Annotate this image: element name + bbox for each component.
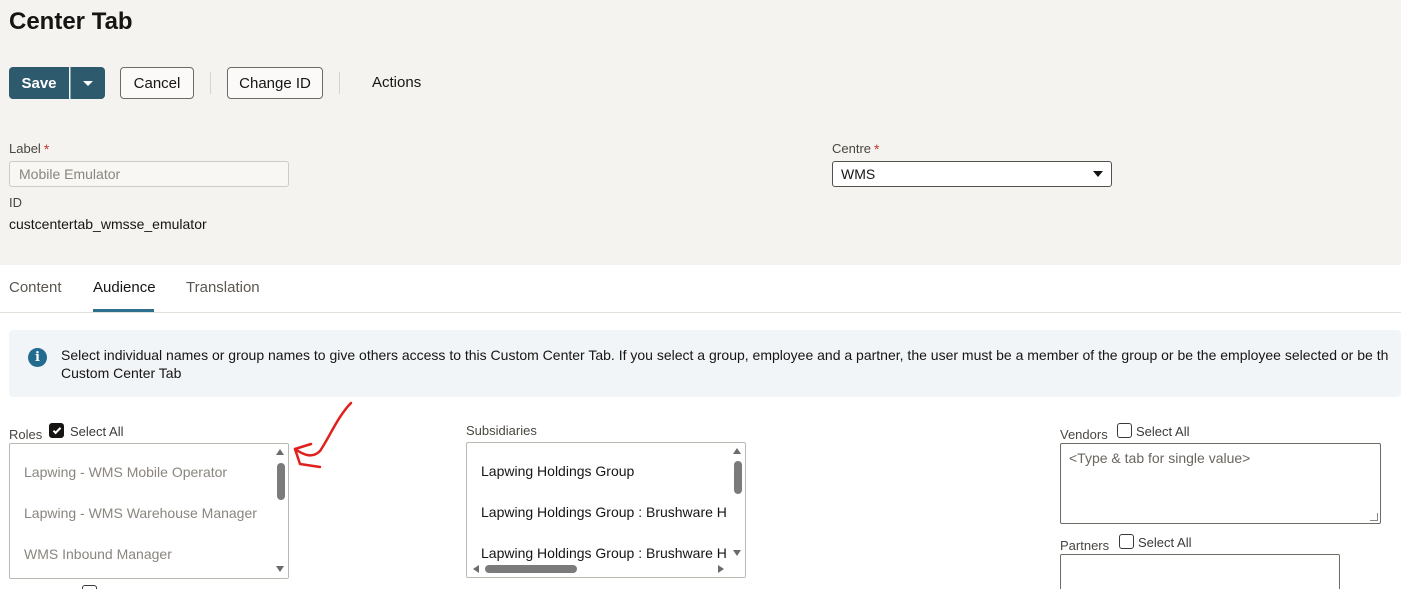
tab-audience[interactable]: Audience: [93, 279, 156, 296]
label-field-label: Label *: [9, 141, 49, 157]
roles-select-all-checkbox[interactable]: [49, 423, 64, 438]
list-item[interactable]: Lapwing - WMS Warehouse Manager: [24, 505, 257, 521]
centre-select-value: WMS: [841, 166, 876, 182]
list-item[interactable]: Lapwing Holdings Group : Brushware H: [481, 545, 727, 561]
vertical-scrollbar-thumb[interactable]: [734, 461, 742, 494]
toolbar-divider: [210, 72, 211, 94]
roles-listbox[interactable]: Lapwing - WMS Mobile Operator Lapwing - …: [9, 443, 289, 579]
label-title: Label: [9, 141, 41, 156]
toolbar-divider: [339, 72, 340, 94]
actions-menu[interactable]: Actions: [372, 74, 421, 91]
info-line-1: Select individual names or group names t…: [61, 347, 1389, 363]
scroll-up-arrow[interactable]: [733, 448, 741, 454]
id-value: custcentertab_wmsse_emulator: [9, 216, 207, 232]
list-item[interactable]: Lapwing Holdings Group: [481, 463, 634, 479]
roles-select-all-label: Select All: [70, 424, 124, 439]
tabs-divider: [0, 312, 1401, 313]
roles-label: Roles: [9, 427, 43, 442]
partners-select-all-label: Select All: [1138, 535, 1192, 550]
label-input[interactable]: Mobile Emulator: [9, 161, 289, 187]
vendors-select-all-label: Select All: [1136, 424, 1190, 439]
chevron-down-icon: [83, 80, 93, 86]
required-mark: *: [874, 141, 880, 157]
vendors-placeholder: <Type & tab for single value>: [1069, 450, 1251, 466]
partners-select-all-checkbox[interactable]: [1119, 534, 1134, 549]
centre-select[interactable]: WMS: [832, 161, 1112, 187]
change-id-button[interactable]: Change ID: [227, 67, 323, 99]
tab-translation[interactable]: Translation: [186, 279, 260, 296]
info-message: Select individual names or group names t…: [61, 346, 1401, 382]
id-label: ID: [9, 195, 22, 210]
cancel-button[interactable]: Cancel: [120, 67, 194, 99]
scroll-right-arrow[interactable]: [718, 565, 724, 573]
vendors-input[interactable]: <Type & tab for single value>: [1060, 443, 1381, 524]
list-item[interactable]: WMS Inbound Manager: [24, 546, 172, 562]
info-icon: i: [28, 348, 47, 367]
scroll-down-arrow[interactable]: [276, 566, 284, 572]
list-item[interactable]: Lapwing Holdings Group : Brushware H: [481, 504, 727, 520]
chevron-down-icon: [1093, 171, 1103, 177]
subsidiaries-listbox[interactable]: Lapwing Holdings Group Lapwing Holdings …: [466, 442, 746, 578]
vendors-select-all-checkbox[interactable]: [1117, 423, 1132, 438]
check-icon: [52, 425, 61, 434]
scroll-down-arrow[interactable]: [732, 549, 742, 557]
required-mark: *: [43, 141, 50, 157]
subsidiaries-label: Subsidiaries: [466, 423, 537, 438]
resize-handle-icon[interactable]: [1370, 513, 1378, 521]
vendors-label: Vendors: [1060, 427, 1108, 442]
save-button-group: Save: [9, 67, 105, 99]
centre-title: Centre: [832, 141, 872, 156]
partners-input[interactable]: [1060, 554, 1340, 589]
partners-label: Partners: [1060, 538, 1110, 553]
save-button[interactable]: Save: [9, 67, 69, 99]
tab-content[interactable]: Content: [9, 279, 62, 296]
save-options-button[interactable]: [70, 67, 105, 99]
active-tab-indicator: [93, 309, 154, 312]
page-title: Center Tab: [9, 8, 133, 35]
centre-field-label: Centre *: [832, 141, 879, 157]
annotation-arrow-icon: [293, 401, 353, 469]
checkbox[interactable]: [82, 585, 97, 589]
horizontal-scrollbar-thumb[interactable]: [485, 565, 577, 573]
scroll-left-arrow[interactable]: [473, 565, 479, 573]
info-line-2: Custom Center Tab: [61, 365, 182, 381]
list-item[interactable]: Lapwing - WMS Mobile Operator: [24, 464, 227, 480]
